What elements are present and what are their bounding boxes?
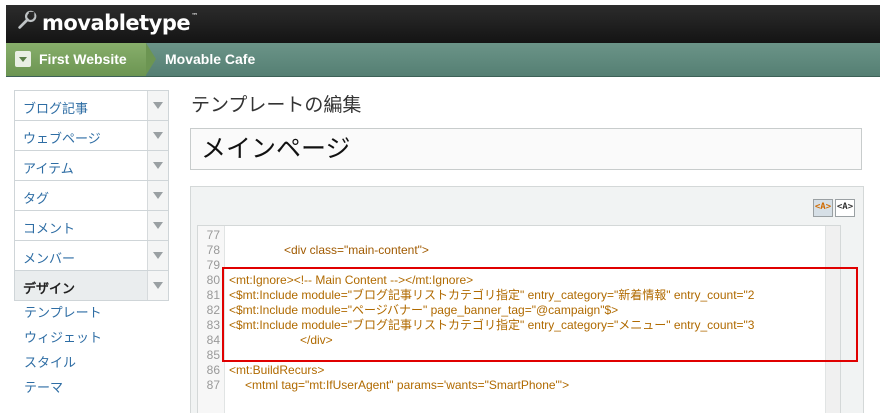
- sidebar-subitem-templates[interactable]: テンプレート: [14, 301, 169, 326]
- sidebar-item-label[interactable]: アイテム: [23, 158, 74, 177]
- line-number: 86: [206, 363, 220, 377]
- line-number: 82: [206, 303, 220, 317]
- chevron-down-icon[interactable]: [147, 151, 168, 180]
- line-number: 87: [206, 378, 220, 392]
- sidebar-item-design[interactable]: デザイン: [14, 271, 169, 301]
- line-number: 79: [206, 258, 220, 272]
- website-name[interactable]: First Website: [39, 51, 127, 67]
- sidebar-item-label[interactable]: ブログ記事: [23, 98, 88, 117]
- sidebar-item-webpages[interactable]: ウェブページ: [14, 121, 169, 151]
- highlight-box: [222, 267, 858, 362]
- sidebar-item-entries[interactable]: ブログ記事: [14, 90, 169, 121]
- sidebar-item-label[interactable]: メンバー: [23, 248, 75, 267]
- line-number: 81: [206, 288, 220, 302]
- chevron-down-icon[interactable]: [147, 241, 168, 270]
- syntax-highlight-off-button[interactable]: <A>: [835, 199, 855, 217]
- syntax-highlight-on-button[interactable]: <A>: [813, 199, 833, 217]
- chevron-down-icon[interactable]: [147, 211, 168, 240]
- sidebar-item-tags[interactable]: タグ: [14, 181, 169, 211]
- sidebar-menu: ブログ記事 ウェブページ アイテム タグ コメント メンバー デザイン テンプレ…: [14, 90, 169, 401]
- code-text: <mtml tag="mt:IfUserAgent" params='wants…: [245, 378, 570, 392]
- sidebar-item-members[interactable]: メンバー: [14, 241, 169, 271]
- line-number: 77: [206, 228, 220, 242]
- logo-tm: ™: [191, 12, 199, 20]
- logo-text: movabletype: [42, 11, 191, 35]
- line-number: 83: [206, 318, 220, 332]
- dropdown-icon[interactable]: [15, 51, 31, 67]
- sidebar-item-label[interactable]: コメント: [23, 218, 75, 237]
- site-nav-bar: First Website Movable Cafe: [6, 43, 880, 77]
- sidebar-subitem-themes[interactable]: テーマ: [14, 376, 169, 401]
- wrench-icon: [16, 10, 38, 36]
- template-name-input[interactable]: メインページ: [190, 128, 862, 170]
- sidebar-item-comments[interactable]: コメント: [14, 211, 169, 241]
- syntax-toggle: <A> <A>: [811, 199, 855, 217]
- line-number: 80: [206, 273, 220, 287]
- sidebar-item-assets[interactable]: アイテム: [14, 151, 169, 181]
- sidebar-item-label[interactable]: タグ: [23, 188, 49, 207]
- line-number: 84: [206, 333, 220, 347]
- sidebar-item-label[interactable]: デザイン: [23, 278, 75, 297]
- code-text: <mt:BuildRecurs>: [229, 363, 325, 377]
- line-number: 78: [206, 243, 220, 257]
- sidebar-subitem-widgets[interactable]: ウィジェット: [14, 326, 169, 351]
- chevron-down-icon[interactable]: [147, 271, 168, 300]
- blog-name[interactable]: Movable Cafe: [165, 51, 255, 67]
- sidebar-item-label[interactable]: ウェブページ: [23, 128, 101, 147]
- app-window: movabletype ™ First Website Movable Cafe…: [6, 5, 880, 413]
- chevron-down-icon[interactable]: [147, 91, 168, 120]
- sidebar-subitem-styles[interactable]: スタイル: [14, 351, 169, 376]
- top-bar: movabletype ™: [6, 5, 880, 43]
- line-number: 85: [206, 348, 220, 362]
- chevron-down-icon[interactable]: [147, 121, 168, 150]
- website-switcher[interactable]: First Website: [6, 43, 146, 76]
- logo[interactable]: movabletype ™: [16, 10, 198, 36]
- chevron-down-icon[interactable]: [147, 181, 168, 210]
- code-text: <div class="main-content">: [284, 243, 429, 257]
- page-title: テンプレートの編集: [191, 94, 362, 116]
- breadcrumb-arrow: [146, 43, 156, 75]
